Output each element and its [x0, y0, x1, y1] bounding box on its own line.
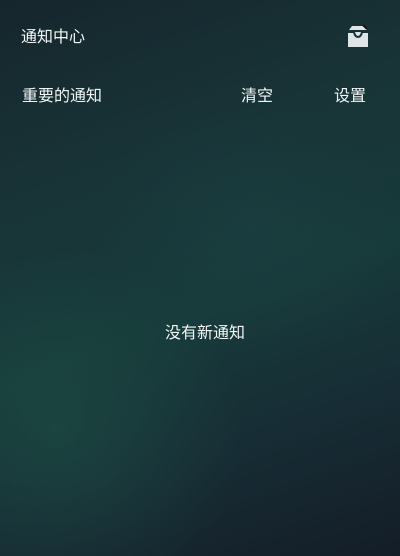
empty-notifications-message: 没有新通知	[164, 323, 245, 342]
important-notifications-label: 重要的通知	[22, 86, 103, 105]
notification-toolbar: 重要的通知 清空 设置	[0, 82, 400, 110]
notification-header: 通知中心	[0, 0, 400, 74]
settings-button[interactable]: 设置	[334, 86, 366, 106]
notification-center-title: 通知中心	[21, 27, 86, 46]
notification-center-panel: 通知中心 重要的通知 清空 设置 没有新通知	[0, 0, 400, 556]
clear-button[interactable]: 清空	[241, 86, 273, 106]
inbox-icon[interactable]	[345, 22, 371, 48]
